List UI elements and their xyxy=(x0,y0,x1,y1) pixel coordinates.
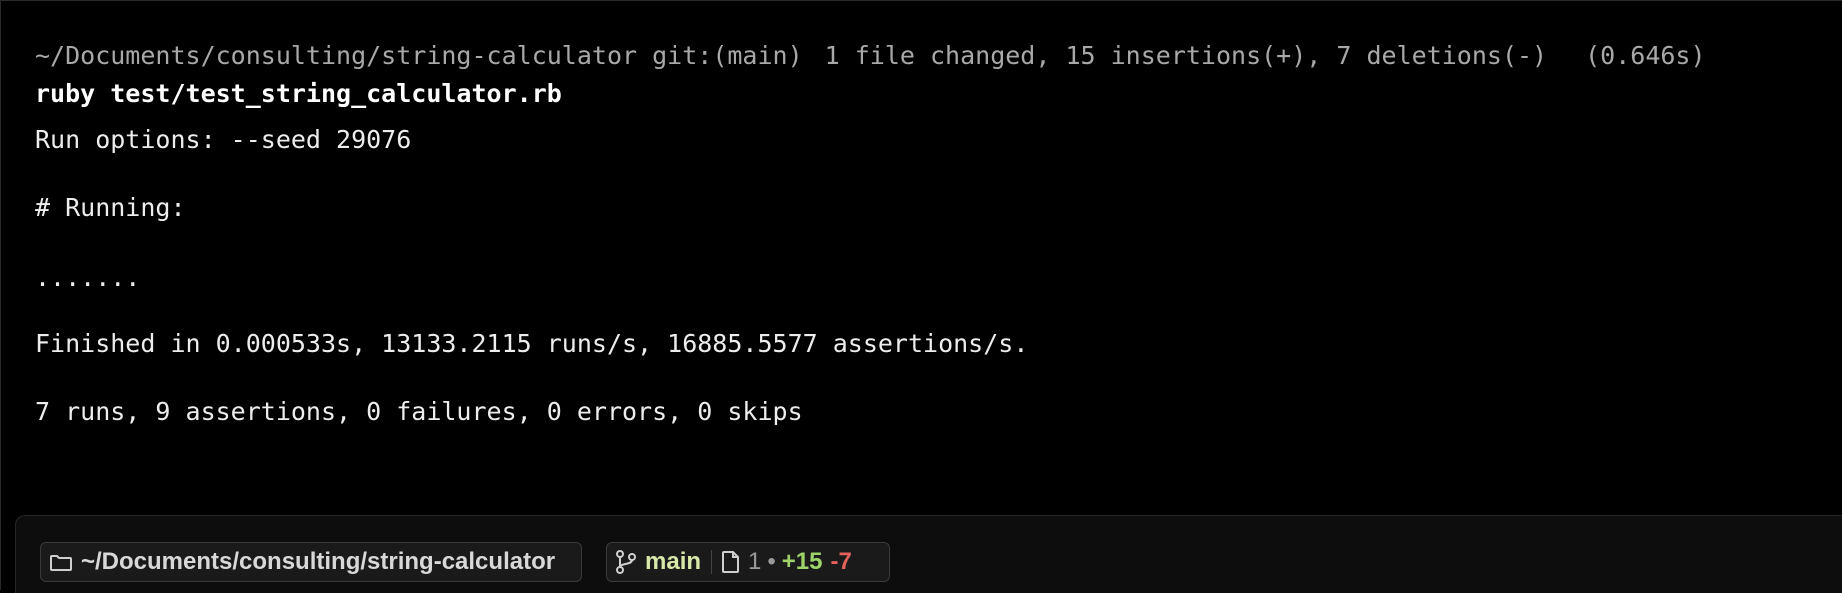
output-summary: 7 runs, 9 assertions, 0 failures, 0 erro… xyxy=(35,397,803,426)
output-running: # Running: xyxy=(35,193,186,222)
directory-chip[interactable]: ~/Documents/consulting/string-calculator xyxy=(40,542,582,582)
deletions-count: -7 xyxy=(830,548,852,575)
header-git-branch: git:(main) xyxy=(652,41,803,70)
git-status-chip[interactable]: main 1 • +15 -7 xyxy=(606,542,890,582)
output-progress-dots: ....... xyxy=(35,263,141,292)
branch-name: main xyxy=(645,548,702,575)
prompt-bar: ~/Documents/consulting/string-calculator… xyxy=(15,515,1842,593)
output-finished: Finished in 0.000533s, 13133.2115 runs/s… xyxy=(35,329,1029,358)
folder-icon xyxy=(49,552,73,572)
files-changed-count: 1 xyxy=(748,548,762,575)
terminal-output: ~/Documents/consulting/string-calculator… xyxy=(35,39,1822,429)
header-duration: (0.646s) xyxy=(1585,41,1706,70)
git-branch-icon xyxy=(615,550,637,574)
file-icon xyxy=(722,551,740,573)
header-path: ~/Documents/consulting/string-calculator xyxy=(35,41,638,70)
output-run-options: Run options: --seed 29076 xyxy=(35,125,412,154)
terminal-window: ~/Documents/consulting/string-calculator… xyxy=(0,0,1842,593)
header-diffstat: 1 file changed, 15 insertions(+), 7 dele… xyxy=(824,41,1548,70)
chip-divider xyxy=(711,550,713,574)
command-header: ~/Documents/consulting/string-calculator… xyxy=(35,39,1822,73)
bullet-separator: • xyxy=(767,548,776,575)
executed-command: ruby test/test_string_calculator.rb xyxy=(35,79,562,108)
directory-path: ~/Documents/consulting/string-calculator xyxy=(81,548,556,575)
insertions-count: +15 xyxy=(781,548,823,575)
